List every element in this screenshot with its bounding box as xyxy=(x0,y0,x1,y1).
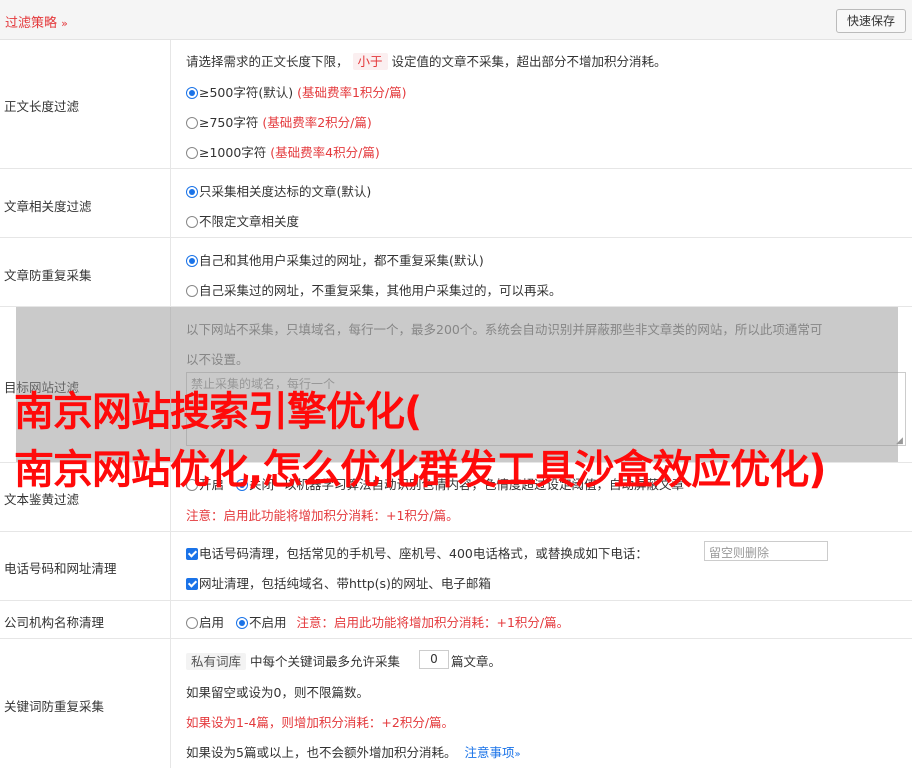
phone-clean-option[interactable]: 电话号码清理，包括常见的手机号、座机号、400电话格式，或替换成如下电话： xyxy=(186,543,648,562)
length-option-note: (基础费率4积分/篇) xyxy=(270,145,380,160)
row-label-keyword: 关键词防重复采集 xyxy=(4,699,105,714)
filter-strategy-title: 过滤策略 xyxy=(5,16,58,31)
length-option-note: (基础费率1积分/篇) xyxy=(297,85,407,100)
radio-icon[interactable] xyxy=(186,147,198,159)
radio-icon[interactable] xyxy=(186,617,198,629)
keyword-line-2: 如果留空或设为0，则不限篇数。 xyxy=(186,685,369,700)
keyword-limit-line: 私有词库 中每个关键词最多允许采集 xyxy=(186,651,400,670)
divider xyxy=(0,638,912,639)
radio-selected-icon[interactable] xyxy=(186,87,198,99)
phone-input-placeholder: 留空则删除 xyxy=(709,546,770,560)
url-clean-option[interactable]: 网址清理，包括纯域名、带http(s)的网址、电子邮箱 xyxy=(186,573,491,592)
relevance-option-label: 不限定文章相关度 xyxy=(199,214,300,229)
dedupe-option-1[interactable]: 自己和其他用户采集过的网址，都不重复采集(默认) xyxy=(186,250,484,269)
overlay-headline-2: 南京网站优化,怎么优化群发工具沙盒效应优化) xyxy=(14,447,826,493)
radio-icon[interactable] xyxy=(186,216,198,228)
length-option-500[interactable]: ≥500字符(默认) (基础费率1积分/篇) xyxy=(186,82,407,101)
divider xyxy=(0,531,912,532)
phone-clean-label: 电话号码清理，包括常见的手机号、座机号、400电话格式，或替换成如下电话： xyxy=(199,546,648,561)
filter-strategy-toggle[interactable]: 过滤策略 » xyxy=(5,12,68,31)
url-clean-label: 网址清理，包括纯域名、带http(s)的网址、电子邮箱 xyxy=(199,576,491,591)
row-label-relevance: 文章相关度过滤 xyxy=(4,199,92,214)
porn-cost-note: 注意：启用此功能将增加积分消耗：+1积分/篇。 xyxy=(186,508,459,523)
length-desc-text: 请选择需求的正文长度下限， xyxy=(186,54,349,69)
row-label-phone: 电话号码和网址清理 xyxy=(4,561,117,576)
divider xyxy=(0,237,912,238)
length-option-label: ≥750字符 xyxy=(199,115,259,130)
dedupe-option-label: 自己和其他用户采集过的网址，都不重复采集(默认) xyxy=(199,253,484,268)
length-option-750[interactable]: ≥750字符 (基础费率2积分/篇) xyxy=(186,112,372,131)
overlay-headline-1: 南京网站搜索引擎优化( xyxy=(14,389,422,435)
divider xyxy=(0,168,912,169)
divider xyxy=(0,600,912,601)
radio-icon[interactable] xyxy=(186,117,198,129)
filter-header: 过滤策略 » 快速保存 xyxy=(0,0,912,40)
radio-selected-icon[interactable] xyxy=(186,255,198,267)
quick-save-button[interactable]: 快速保存 xyxy=(836,9,906,33)
keyword-limit-value: 0 xyxy=(430,652,438,666)
length-option-1000[interactable]: ≥1000字符 (基础费率4积分/篇) xyxy=(186,142,380,161)
chevron-down-icon: » xyxy=(61,17,68,30)
dedupe-option-2[interactable]: 自己采集过的网址，不重复采集，其他用户采集过的，可以再采。 xyxy=(186,280,562,299)
chevron-down-icon: » xyxy=(514,749,521,760)
row-label-company: 公司机构名称清理 xyxy=(4,615,105,630)
radio-selected-icon[interactable] xyxy=(186,186,198,198)
replace-phone-input[interactable]: 留空则删除 xyxy=(704,541,828,561)
keyword-limit-input[interactable]: 0 xyxy=(419,650,449,669)
private-lexicon-tag[interactable]: 私有词库 xyxy=(186,653,247,670)
radio-icon[interactable] xyxy=(186,285,198,297)
radio-selected-icon[interactable] xyxy=(236,617,248,629)
length-description: 请选择需求的正文长度下限， 小于 设定值的文章不采集，超出部分不增加积分消耗。 xyxy=(186,51,667,70)
company-option-off-label: 不启用 xyxy=(249,615,287,630)
length-option-label: ≥1000字符 xyxy=(199,145,267,160)
keyword-line-3: 如果设为1-4篇，则增加积分消耗：+2积分/篇。 xyxy=(186,715,455,730)
company-option-off[interactable]: 不启用 xyxy=(236,615,287,630)
keyword-line-4-text: 如果设为5篇或以上，也不会额外增加积分消耗。 xyxy=(186,745,457,760)
notes-link[interactable]: 注意事项» xyxy=(464,745,520,760)
row-label-dedupe: 文章防重复采集 xyxy=(4,268,92,283)
company-options: 启用 不启用 注意：启用此功能将增加积分消耗：+1积分/篇。 xyxy=(186,612,569,631)
dedupe-option-label: 自己采集过的网址，不重复采集，其他用户采集过的，可以再采。 xyxy=(199,283,562,298)
checkbox-checked-icon[interactable] xyxy=(186,548,198,560)
length-desc-text-2: 设定值的文章不采集，超出部分不增加积分消耗。 xyxy=(391,54,667,69)
company-cost-note: 注意：启用此功能将增加积分消耗：+1积分/篇。 xyxy=(296,615,570,630)
relevance-option-2[interactable]: 不限定文章相关度 xyxy=(186,211,299,230)
length-option-note: (基础费率2积分/篇) xyxy=(262,115,372,130)
relevance-option-1[interactable]: 只采集相关度达标的文章(默认) xyxy=(186,181,371,200)
notes-link-label: 注意事项 xyxy=(464,745,515,760)
company-option-on-label: 启用 xyxy=(199,615,225,630)
gray-overlay xyxy=(16,307,898,462)
keyword-desc-text: 中每个关键词最多允许采集 xyxy=(250,654,401,669)
keyword-desc-post: 篇文章。 xyxy=(451,654,502,669)
less-than-tag: 小于 xyxy=(352,53,388,70)
relevance-option-label: 只采集相关度达标的文章(默认) xyxy=(199,184,372,199)
length-option-label: ≥500字符(默认) xyxy=(199,85,294,100)
checkbox-checked-icon[interactable] xyxy=(186,578,198,590)
keyword-line-4: 如果设为5篇或以上，也不会额外增加积分消耗。 注意事项» xyxy=(186,742,521,761)
company-option-on[interactable]: 启用 xyxy=(186,615,224,630)
row-label-length: 正文长度过滤 xyxy=(4,99,80,114)
